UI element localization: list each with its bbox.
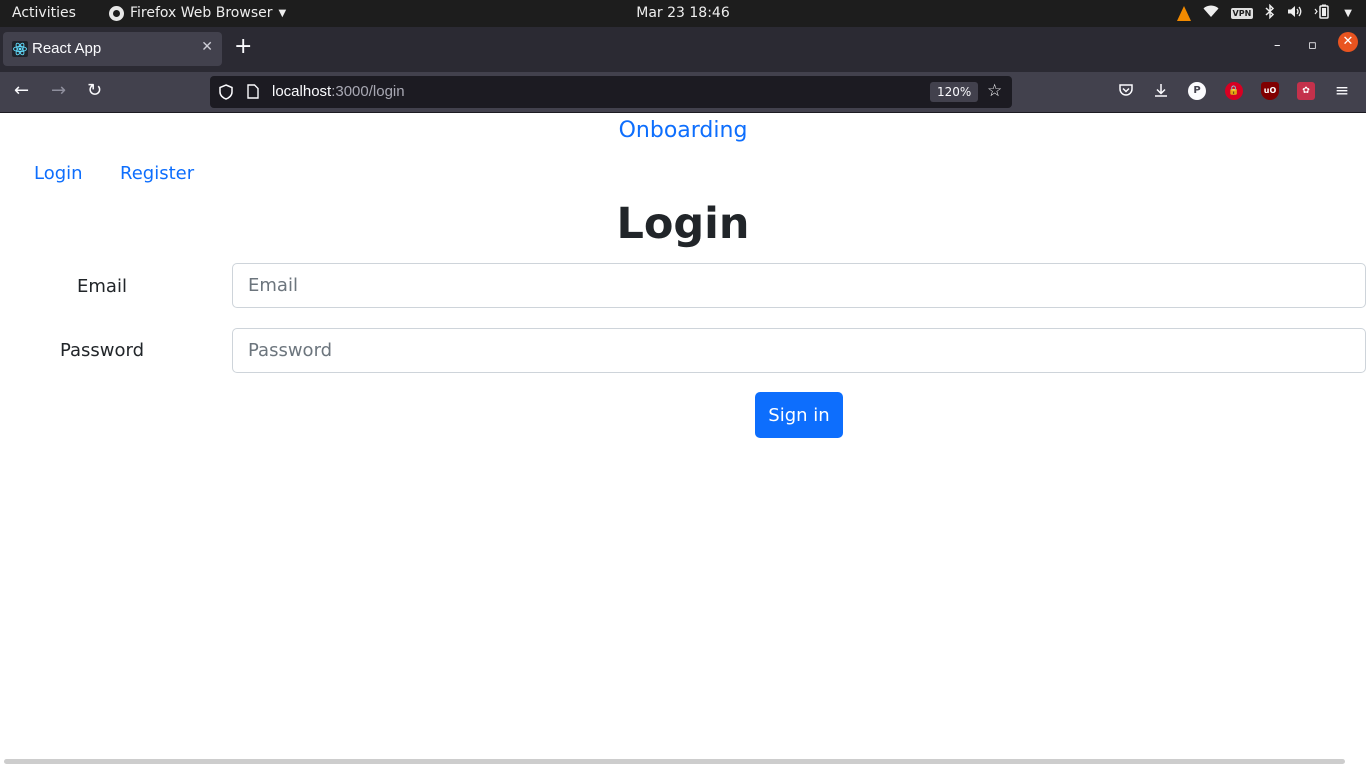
url-bar[interactable]: localhost:3000/login 120% ☆ xyxy=(210,76,1012,108)
hamburger-menu-icon[interactable]: ≡ xyxy=(1333,82,1351,100)
nav-toolbar: ← → ↻ localhost:3000/login 120% ☆ P 🔒 uO… xyxy=(0,72,1366,113)
bluetooth-icon xyxy=(1265,3,1275,22)
new-tab-icon[interactable]: + xyxy=(234,36,252,58)
extension-lock-icon[interactable]: 🔒 xyxy=(1225,82,1243,100)
restore-icon[interactable]: ▫ xyxy=(1308,38,1317,53)
extension-addon-icon[interactable]: ✿ xyxy=(1297,82,1315,100)
volume-icon xyxy=(1287,5,1302,21)
shield-icon[interactable] xyxy=(219,84,233,100)
horizontal-scrollbar[interactable] xyxy=(4,759,1345,764)
tab-close-icon[interactable]: ✕ xyxy=(201,39,213,55)
pocket-icon[interactable] xyxy=(1117,82,1135,100)
clock[interactable]: Mar 23 18:46 xyxy=(0,5,1366,21)
zoom-level-badge[interactable]: 120% xyxy=(930,82,979,102)
tab-strip: React App ✕ + – ▫ ✕ xyxy=(0,27,1366,72)
ublock-origin-icon[interactable]: uO xyxy=(1261,82,1279,100)
nav-register-link[interactable]: Register xyxy=(120,163,194,184)
tab-title: React App xyxy=(32,40,102,57)
forward-arrow-icon[interactable]: → xyxy=(51,81,66,101)
extension-p-icon[interactable]: P xyxy=(1188,82,1206,100)
url-host: localhost xyxy=(272,83,332,100)
window-close-icon[interactable]: ✕ xyxy=(1338,32,1358,52)
email-label: Email xyxy=(77,276,127,297)
minimize-icon[interactable]: – xyxy=(1274,38,1281,53)
back-arrow-icon[interactable]: ← xyxy=(14,81,29,101)
bookmark-star-icon[interactable]: ☆ xyxy=(987,81,1002,101)
vpn-icon: VPN xyxy=(1230,7,1254,19)
brand-link[interactable]: Onboarding xyxy=(0,118,1366,143)
page-icon[interactable] xyxy=(247,84,259,99)
react-logo-icon xyxy=(12,41,28,57)
nav-login-link[interactable]: Login xyxy=(34,163,83,184)
email-field[interactable] xyxy=(232,263,1366,308)
vlc-icon[interactable] xyxy=(1176,5,1191,21)
page-title: Login xyxy=(616,199,750,249)
wifi-icon xyxy=(1203,5,1219,21)
download-icon[interactable] xyxy=(1152,82,1170,100)
url-text[interactable]: localhost:3000/login xyxy=(272,83,405,100)
system-top-bar: Activities Firefox Web Browser ▼ Mar 23 … xyxy=(0,0,1366,27)
page-content: Onboarding Login Register Login Email Pa… xyxy=(0,113,1366,768)
url-path: :3000/login xyxy=(331,83,405,100)
password-field[interactable] xyxy=(232,328,1366,373)
sign-in-button[interactable]: Sign in xyxy=(755,392,843,438)
system-menu-chevron-icon: ▼ xyxy=(1344,7,1352,19)
tab-react-app[interactable]: React App ✕ xyxy=(3,32,222,66)
battery-icon xyxy=(1314,4,1332,22)
reload-icon[interactable]: ↻ xyxy=(87,81,102,101)
system-tray[interactable]: VPN ▼ xyxy=(1176,3,1352,22)
password-label: Password xyxy=(59,340,145,361)
